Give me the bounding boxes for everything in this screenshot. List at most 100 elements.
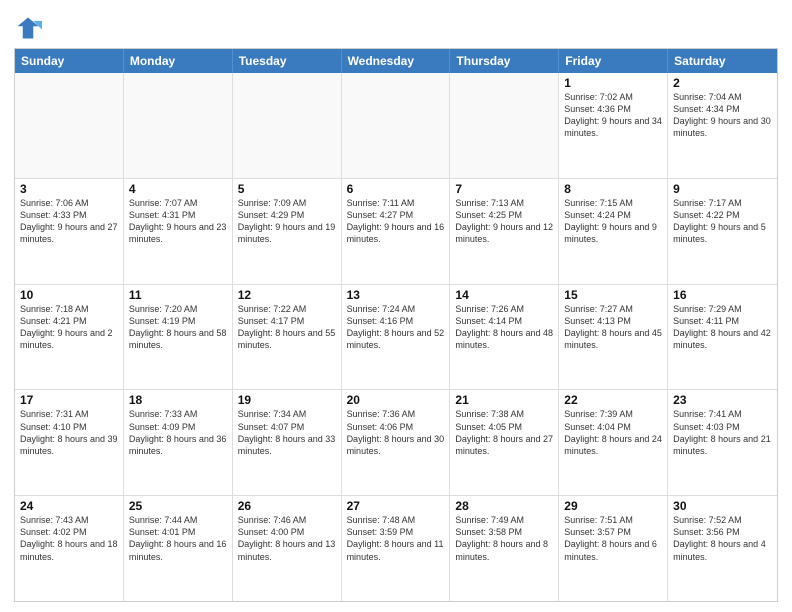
day-info: Sunrise: 7:39 AM Sunset: 4:04 PM Dayligh… xyxy=(564,408,662,457)
cal-cell-13: 13Sunrise: 7:24 AM Sunset: 4:16 PM Dayli… xyxy=(342,285,451,390)
day-number: 5 xyxy=(238,182,336,196)
cal-cell-14: 14Sunrise: 7:26 AM Sunset: 4:14 PM Dayli… xyxy=(450,285,559,390)
day-number: 19 xyxy=(238,393,336,407)
cal-cell-26: 26Sunrise: 7:46 AM Sunset: 4:00 PM Dayli… xyxy=(233,496,342,601)
day-info: Sunrise: 7:15 AM Sunset: 4:24 PM Dayligh… xyxy=(564,197,662,246)
cal-cell-19: 19Sunrise: 7:34 AM Sunset: 4:07 PM Dayli… xyxy=(233,390,342,495)
day-info: Sunrise: 7:22 AM Sunset: 4:17 PM Dayligh… xyxy=(238,303,336,352)
logo xyxy=(14,14,44,42)
cal-cell-12: 12Sunrise: 7:22 AM Sunset: 4:17 PM Dayli… xyxy=(233,285,342,390)
day-info: Sunrise: 7:41 AM Sunset: 4:03 PM Dayligh… xyxy=(673,408,772,457)
day-info: Sunrise: 7:44 AM Sunset: 4:01 PM Dayligh… xyxy=(129,514,227,563)
header-day-friday: Friday xyxy=(559,49,668,73)
day-number: 11 xyxy=(129,288,227,302)
week-row-4: 17Sunrise: 7:31 AM Sunset: 4:10 PM Dayli… xyxy=(15,390,777,496)
day-info: Sunrise: 7:34 AM Sunset: 4:07 PM Dayligh… xyxy=(238,408,336,457)
day-number: 9 xyxy=(673,182,772,196)
cal-cell-7: 7Sunrise: 7:13 AM Sunset: 4:25 PM Daylig… xyxy=(450,179,559,284)
day-info: Sunrise: 7:48 AM Sunset: 3:59 PM Dayligh… xyxy=(347,514,445,563)
day-number: 27 xyxy=(347,499,445,513)
day-info: Sunrise: 7:46 AM Sunset: 4:00 PM Dayligh… xyxy=(238,514,336,563)
day-number: 23 xyxy=(673,393,772,407)
header-day-wednesday: Wednesday xyxy=(342,49,451,73)
day-info: Sunrise: 7:31 AM Sunset: 4:10 PM Dayligh… xyxy=(20,408,118,457)
day-number: 8 xyxy=(564,182,662,196)
cal-cell-empty-0-2 xyxy=(233,73,342,178)
day-info: Sunrise: 7:29 AM Sunset: 4:11 PM Dayligh… xyxy=(673,303,772,352)
cal-cell-empty-0-4 xyxy=(450,73,559,178)
day-info: Sunrise: 7:36 AM Sunset: 4:06 PM Dayligh… xyxy=(347,408,445,457)
week-row-2: 3Sunrise: 7:06 AM Sunset: 4:33 PM Daylig… xyxy=(15,179,777,285)
day-number: 1 xyxy=(564,76,662,90)
day-number: 3 xyxy=(20,182,118,196)
cal-cell-22: 22Sunrise: 7:39 AM Sunset: 4:04 PM Dayli… xyxy=(559,390,668,495)
cal-cell-29: 29Sunrise: 7:51 AM Sunset: 3:57 PM Dayli… xyxy=(559,496,668,601)
cal-cell-empty-0-0 xyxy=(15,73,124,178)
day-info: Sunrise: 7:11 AM Sunset: 4:27 PM Dayligh… xyxy=(347,197,445,246)
cal-cell-21: 21Sunrise: 7:38 AM Sunset: 4:05 PM Dayli… xyxy=(450,390,559,495)
day-number: 21 xyxy=(455,393,553,407)
day-info: Sunrise: 7:04 AM Sunset: 4:34 PM Dayligh… xyxy=(673,91,772,140)
cal-cell-28: 28Sunrise: 7:49 AM Sunset: 3:58 PM Dayli… xyxy=(450,496,559,601)
week-row-1: 1Sunrise: 7:02 AM Sunset: 4:36 PM Daylig… xyxy=(15,73,777,179)
week-row-5: 24Sunrise: 7:43 AM Sunset: 4:02 PM Dayli… xyxy=(15,496,777,601)
cal-cell-4: 4Sunrise: 7:07 AM Sunset: 4:31 PM Daylig… xyxy=(124,179,233,284)
day-number: 17 xyxy=(20,393,118,407)
header-day-thursday: Thursday xyxy=(450,49,559,73)
day-number: 13 xyxy=(347,288,445,302)
day-info: Sunrise: 7:27 AM Sunset: 4:13 PM Dayligh… xyxy=(564,303,662,352)
day-info: Sunrise: 7:38 AM Sunset: 4:05 PM Dayligh… xyxy=(455,408,553,457)
day-number: 2 xyxy=(673,76,772,90)
logo-icon xyxy=(14,14,42,42)
day-number: 30 xyxy=(673,499,772,513)
day-info: Sunrise: 7:26 AM Sunset: 4:14 PM Dayligh… xyxy=(455,303,553,352)
cal-cell-10: 10Sunrise: 7:18 AM Sunset: 4:21 PM Dayli… xyxy=(15,285,124,390)
day-number: 24 xyxy=(20,499,118,513)
cal-cell-9: 9Sunrise: 7:17 AM Sunset: 4:22 PM Daylig… xyxy=(668,179,777,284)
day-number: 15 xyxy=(564,288,662,302)
cal-cell-8: 8Sunrise: 7:15 AM Sunset: 4:24 PM Daylig… xyxy=(559,179,668,284)
day-info: Sunrise: 7:24 AM Sunset: 4:16 PM Dayligh… xyxy=(347,303,445,352)
day-info: Sunrise: 7:18 AM Sunset: 4:21 PM Dayligh… xyxy=(20,303,118,352)
cal-cell-empty-0-1 xyxy=(124,73,233,178)
cal-cell-2: 2Sunrise: 7:04 AM Sunset: 4:34 PM Daylig… xyxy=(668,73,777,178)
calendar-header: SundayMondayTuesdayWednesdayThursdayFrid… xyxy=(15,49,777,73)
header-day-saturday: Saturday xyxy=(668,49,777,73)
header-day-tuesday: Tuesday xyxy=(233,49,342,73)
cal-cell-3: 3Sunrise: 7:06 AM Sunset: 4:33 PM Daylig… xyxy=(15,179,124,284)
day-info: Sunrise: 7:06 AM Sunset: 4:33 PM Dayligh… xyxy=(20,197,118,246)
day-number: 29 xyxy=(564,499,662,513)
day-number: 4 xyxy=(129,182,227,196)
day-number: 25 xyxy=(129,499,227,513)
day-number: 10 xyxy=(20,288,118,302)
cal-cell-16: 16Sunrise: 7:29 AM Sunset: 4:11 PM Dayli… xyxy=(668,285,777,390)
week-row-3: 10Sunrise: 7:18 AM Sunset: 4:21 PM Dayli… xyxy=(15,285,777,391)
day-info: Sunrise: 7:09 AM Sunset: 4:29 PM Dayligh… xyxy=(238,197,336,246)
day-number: 12 xyxy=(238,288,336,302)
day-number: 26 xyxy=(238,499,336,513)
day-number: 6 xyxy=(347,182,445,196)
header-day-sunday: Sunday xyxy=(15,49,124,73)
cal-cell-24: 24Sunrise: 7:43 AM Sunset: 4:02 PM Dayli… xyxy=(15,496,124,601)
cal-cell-18: 18Sunrise: 7:33 AM Sunset: 4:09 PM Dayli… xyxy=(124,390,233,495)
cal-cell-empty-0-3 xyxy=(342,73,451,178)
cal-cell-1: 1Sunrise: 7:02 AM Sunset: 4:36 PM Daylig… xyxy=(559,73,668,178)
cal-cell-23: 23Sunrise: 7:41 AM Sunset: 4:03 PM Dayli… xyxy=(668,390,777,495)
day-info: Sunrise: 7:02 AM Sunset: 4:36 PM Dayligh… xyxy=(564,91,662,140)
cal-cell-15: 15Sunrise: 7:27 AM Sunset: 4:13 PM Dayli… xyxy=(559,285,668,390)
cal-cell-11: 11Sunrise: 7:20 AM Sunset: 4:19 PM Dayli… xyxy=(124,285,233,390)
cal-cell-25: 25Sunrise: 7:44 AM Sunset: 4:01 PM Dayli… xyxy=(124,496,233,601)
day-number: 28 xyxy=(455,499,553,513)
day-info: Sunrise: 7:13 AM Sunset: 4:25 PM Dayligh… xyxy=(455,197,553,246)
cal-cell-5: 5Sunrise: 7:09 AM Sunset: 4:29 PM Daylig… xyxy=(233,179,342,284)
calendar: SundayMondayTuesdayWednesdayThursdayFrid… xyxy=(14,48,778,602)
day-info: Sunrise: 7:52 AM Sunset: 3:56 PM Dayligh… xyxy=(673,514,772,563)
day-info: Sunrise: 7:43 AM Sunset: 4:02 PM Dayligh… xyxy=(20,514,118,563)
day-number: 22 xyxy=(564,393,662,407)
page: SundayMondayTuesdayWednesdayThursdayFrid… xyxy=(0,0,792,612)
day-number: 14 xyxy=(455,288,553,302)
cal-cell-17: 17Sunrise: 7:31 AM Sunset: 4:10 PM Dayli… xyxy=(15,390,124,495)
cal-cell-27: 27Sunrise: 7:48 AM Sunset: 3:59 PM Dayli… xyxy=(342,496,451,601)
header-day-monday: Monday xyxy=(124,49,233,73)
calendar-body: 1Sunrise: 7:02 AM Sunset: 4:36 PM Daylig… xyxy=(15,73,777,601)
